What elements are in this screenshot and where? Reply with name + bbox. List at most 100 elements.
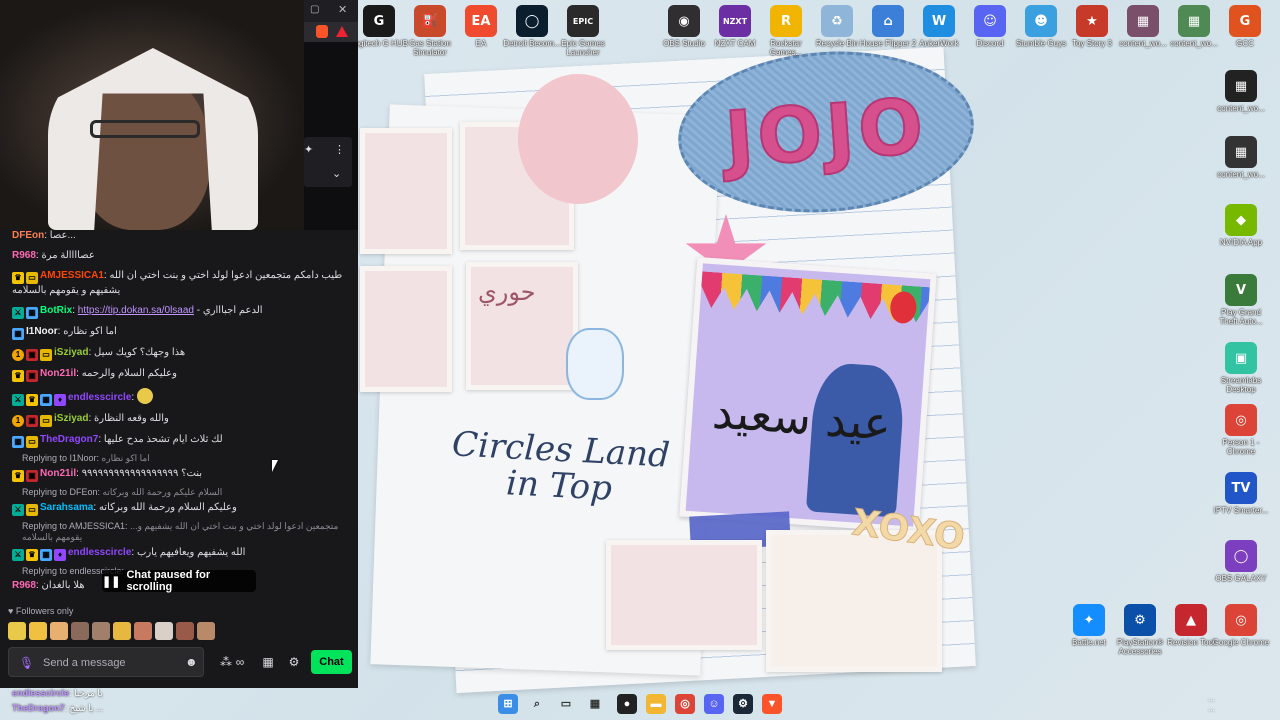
pin-icon[interactable]: ✦ [304,143,313,156]
emote[interactable] [92,622,110,640]
desktop-shortcut[interactable]: ◯ OBS GALAXY [1212,540,1270,583]
steam-icon[interactable]: ⚙ [733,694,753,714]
chat-message[interactable]: ⚔ ▭ Sarahsama: وعليكم السلام ورحمة الله وب… [0,498,358,519]
desktop-shortcut[interactable]: ▦ content_wo... [1165,5,1223,48]
desktop-shortcut[interactable]: V Play Grand Theft Auto... [1212,274,1270,326]
chat-username[interactable]: iSziyad [54,347,88,358]
desktop-shortcut[interactable]: ⛽ Gas Station Simulator [401,5,459,57]
chat-message[interactable]: ♛ ▭ AMJESSICA1: طيب دامكم متجمعين ادعوا لو… [0,266,358,301]
chat-username[interactable]: BotRix [40,305,72,316]
chat-username[interactable]: I1Noor [26,326,58,337]
sub-badge-icon[interactable]: ▭ [40,349,52,361]
chat-username[interactable]: iSziyad [54,413,88,424]
chat-message[interactable]: ▦ I1Noor: اما اكو نظاره [0,322,358,343]
app-icon[interactable]: ● [617,694,637,714]
chat-message[interactable]: ⚔ ♛ ▦ ♦ endlesscircle: الله يشفيهم ويعافيهم … [0,543,358,564]
more-options-icon[interactable]: ⋮ [334,143,345,156]
system-clock[interactable]: ... ... [1208,694,1215,714]
emote[interactable] [29,622,47,640]
desktop-shortcut[interactable]: G Logitech G HUB [350,5,408,48]
send-chat-button[interactable]: Chat [311,650,352,674]
bot-badge-icon[interactable]: ⚔ [12,504,24,516]
desktop-shortcut[interactable]: ◯ Detroit Becom... [503,5,561,48]
chat-input-box[interactable]: 🎙 ☻ [8,647,204,677]
minimize-icon[interactable]: ▢ [310,4,319,15]
chat-message[interactable]: DFEon: عصا... [0,226,358,246]
emote[interactable] [176,622,194,640]
infinity-icon[interactable]: ∞ [230,654,250,670]
chat-username[interactable]: AMJESSICA1 [40,270,104,281]
crown-badge-icon[interactable]: ♛ [26,394,38,406]
search-icon[interactable]: ⌕ [527,694,547,714]
bot-badge-icon[interactable]: ⚔ [12,394,24,406]
emote[interactable] [197,622,215,640]
gift-badge-icon[interactable]: ▣ [26,370,38,382]
chat-message[interactable]: R968: عصاااالة مرة [0,246,358,266]
gift-badge-icon[interactable]: ▣ [26,470,38,482]
emote[interactable] [113,622,131,640]
chat-username[interactable]: endlesscircle [68,392,131,403]
vip-badge-icon[interactable]: ▦ [12,436,24,448]
chat-message-input[interactable] [43,653,179,673]
desktop-shortcut[interactable]: R Rockstar Games... [757,5,815,57]
crown-badge-icon[interactable]: ♛ [12,272,24,284]
emote-picker-icon[interactable]: ☻ [185,655,199,669]
desktop-shortcut[interactable]: G GCC [1216,5,1274,48]
desktop-shortcut[interactable]: ▣ Streamlabs Desktop [1212,342,1270,394]
chat-message[interactable]: ⚔ ♛ ▦ ♦ endlesscircle: [0,385,358,409]
vip-badge-icon[interactable]: ▦ [40,394,52,406]
chat-message-list[interactable]: DFEon: عصا... R968: عصاااالة مرة ♛ ▭ AMJESSI… [0,226,358,604]
reply-context[interactable]: Replying to AMJESSICA1: ...متجمعين ادعوا… [0,519,358,543]
desktop-shortcut[interactable]: ☻ Stumble Guys [1012,5,1070,48]
chat-emote[interactable] [136,388,153,404]
emote[interactable] [50,622,68,640]
crown-badge-icon[interactable]: ♛ [12,470,24,482]
file-explorer-icon[interactable]: ▬ [646,694,666,714]
gift-badge-icon[interactable]: ▣ [26,415,38,427]
desktop-shortcut[interactable]: ▦ content_wo... [1212,136,1270,179]
chat-message[interactable]: ⚔ ▦ BotRix: https://tip.dokan.sa/0lsaad - … [0,301,358,322]
chat-message[interactable]: ♛ ▣ Non21il: وعليكم السلام والرحمه [0,364,358,385]
emote[interactable] [8,622,26,640]
vip-badge-icon[interactable]: ▦ [40,549,52,561]
prime-badge-icon[interactable]: ♦ [54,549,66,561]
chrome-icon[interactable]: ◎ [675,694,695,714]
chat-username[interactable]: R968 [12,250,36,261]
prime-badge-icon[interactable]: ♦ [54,394,66,406]
close-icon[interactable]: ✕ [338,3,347,16]
bot-badge-icon[interactable]: ⚔ [12,549,24,561]
sub-badge-icon[interactable]: ▭ [40,415,52,427]
desktop-shortcut[interactable]: ◎ Person 1 - Chrome [1212,404,1270,456]
desktop-shortcut[interactable]: TV IPTV Smarter... [1212,472,1270,515]
desktop-shortcut[interactable]: ◉ OBS Studio [655,5,713,48]
desktop-shortcut[interactable]: NZXT NZXT CAM [706,5,764,48]
sub-badge-icon[interactable]: ▭ [26,272,38,284]
num-badge-icon[interactable]: 1 [12,349,24,361]
desktop-shortcut[interactable]: ★ Toy Story 3 [1063,5,1121,48]
store-icon[interactable]: ▦ [258,654,278,670]
emote[interactable] [134,622,152,640]
chat-username[interactable]: TheDragon7 [40,434,98,445]
emote[interactable] [71,622,89,640]
desktop-shortcut[interactable]: ✦ Battle.net [1060,604,1118,647]
desktop-shortcut[interactable]: EPIC Epic Games Launcher [554,5,612,57]
chat-paused-banner[interactable]: ❚❚ Chat paused for scrolling [102,569,256,593]
desktop-shortcut[interactable]: ☺ Discord [961,5,1019,48]
desktop-shortcut[interactable]: ◆ NVIDIA App [1212,204,1270,247]
reply-context[interactable]: Replying to I1Noor: اما اكو نظاره [0,451,358,464]
brave-rewards-icon[interactable] [336,26,348,37]
desktop-shortcut[interactable]: ▦ content_wo... [1114,5,1172,48]
chat-message[interactable]: 1 ▣ ▭ iSziyad: والله وقعه النظارة [0,409,358,430]
crown-badge-icon[interactable]: ♛ [26,549,38,561]
chat-message[interactable]: 1 ▣ ▭ iSziyad: هذا وجهك؟ كويك سيل [0,343,358,364]
chat-username[interactable]: Non21il [40,468,76,479]
desktop-shortcut[interactable]: ⚙ PlayStation® Accessories [1111,604,1169,656]
vip-badge-icon[interactable]: ▦ [12,328,24,340]
bot-badge-icon[interactable]: ⚔ [12,307,24,319]
microphone-icon[interactable]: 🎙 [19,656,34,670]
chat-username[interactable]: Non21il [40,368,76,379]
chevron-down-icon[interactable]: ⌄ [332,167,341,180]
chat-username[interactable]: Sarahsama [40,502,93,513]
desktop-shortcut[interactable]: ⌂ House Flipper 2 [859,5,917,48]
sub-badge-icon[interactable]: ▭ [26,436,38,448]
